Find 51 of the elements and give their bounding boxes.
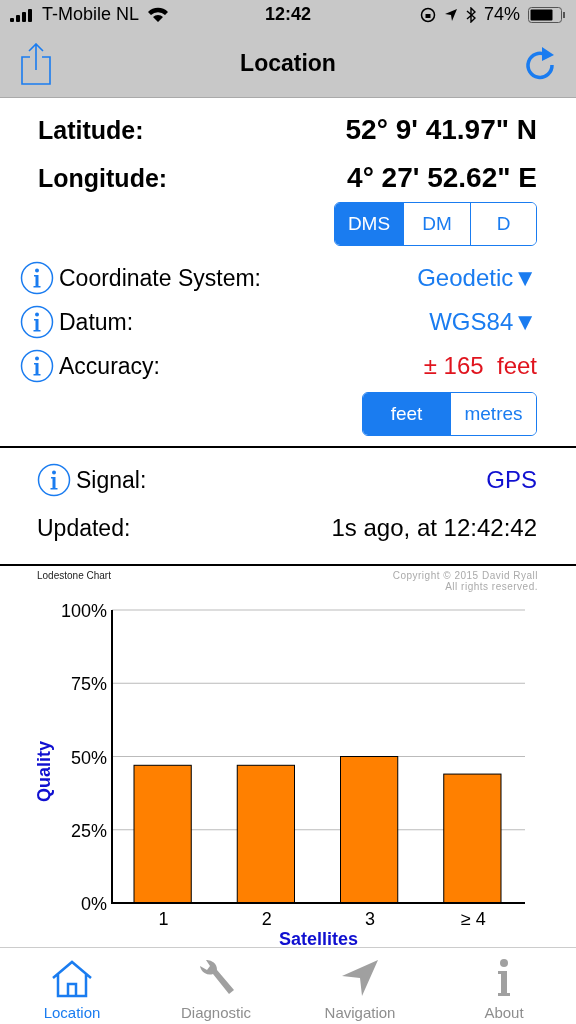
segment-button[interactable]: metres <box>450 393 536 436</box>
x-axis-title: Satellites <box>279 929 358 948</box>
location-arrow-icon <box>340 958 380 998</box>
carrier-name: T-Mobile NL <box>42 4 140 26</box>
segment-button[interactable]: D <box>470 203 536 246</box>
y-tick-label: 0% <box>81 894 107 915</box>
updated-value: 1s ago, at 12:42:42 <box>331 514 537 543</box>
setting-label: Datum: <box>59 308 134 336</box>
refresh-button[interactable] <box>524 46 556 81</box>
x-tick-label: ≥ 4 <box>460 909 486 930</box>
location-arrow-icon <box>443 7 458 22</box>
info-icon[interactable] <box>20 349 54 384</box>
y-tick-label: 75% <box>70 674 107 695</box>
info-icon[interactable] <box>20 261 54 296</box>
copyright-text: Copyright © 2015 David Ryall <box>392 570 538 582</box>
x-tick-label: 1 <box>158 909 169 930</box>
setting-label: Accuracy: <box>59 352 160 380</box>
info-icon <box>496 958 512 998</box>
rotation-lock-icon <box>419 6 436 23</box>
share-button[interactable] <box>20 42 52 85</box>
battery-icon <box>528 6 566 23</box>
chart-title: Lodestone Chart <box>37 570 111 584</box>
updated-label: Updated: <box>37 514 131 542</box>
status-time: 12:42 <box>265 4 311 26</box>
rights-text: All rights reserved. <box>445 581 538 593</box>
picker-value[interactable]: Geodetic▼ <box>417 264 537 293</box>
coordinate-label: Longitude: <box>38 163 168 193</box>
wifi-icon <box>147 6 170 23</box>
y-tick-label: 25% <box>70 821 107 842</box>
home-icon <box>51 960 93 998</box>
segment-button[interactable]: feet <box>363 393 450 436</box>
bluetooth-icon <box>465 6 476 23</box>
coordinate-value: 4° 27' 52.62" E <box>347 162 537 195</box>
x-tick-label: 2 <box>261 909 272 930</box>
signal-icon <box>10 7 34 22</box>
battery-percent: 74% <box>483 4 520 26</box>
y-tick-label: 100% <box>60 601 107 622</box>
picker-value[interactable]: WGS84▼ <box>429 308 537 337</box>
coordinate-label: Latitude: <box>38 115 144 145</box>
signal-label: Signal: <box>76 466 147 494</box>
y-tick-label: 50% <box>70 747 107 768</box>
x-tick-label: 3 <box>365 909 376 930</box>
screen-title: Location <box>240 50 336 78</box>
accuracy-value: ± 165 feet <box>423 352 537 381</box>
segment-button[interactable]: DMS <box>335 203 403 246</box>
setting-label: Coordinate System: <box>59 264 261 292</box>
info-icon[interactable] <box>20 305 54 340</box>
info-icon[interactable] <box>37 463 71 498</box>
signal-value: GPS <box>486 466 537 495</box>
coordinate-value: 52° 9' 41.97" N <box>345 114 537 147</box>
y-axis-title: Quality <box>34 741 54 803</box>
